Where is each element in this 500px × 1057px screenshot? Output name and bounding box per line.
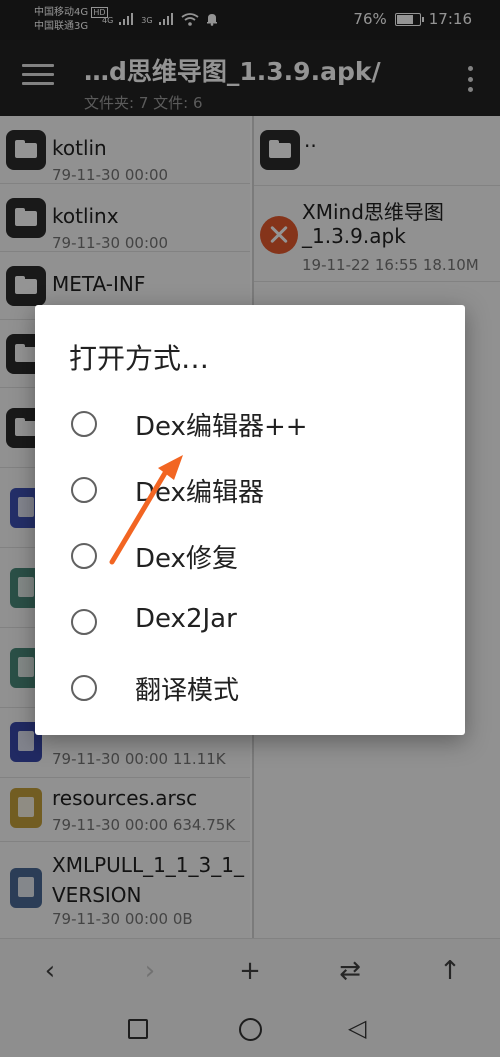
- option-label: Dex编辑器++: [135, 412, 308, 442]
- option-dex-repair[interactable]: Dex修复: [35, 523, 465, 589]
- option-label: 翻译模式: [135, 676, 240, 706]
- radio-button[interactable]: [71, 543, 97, 569]
- option-label: Dex修复: [135, 544, 238, 574]
- open-with-dialog: 打开方式… Dex编辑器++ Dex编辑器 Dex修复 Dex2Jar 翻译模式: [35, 305, 465, 735]
- radio-button[interactable]: [71, 477, 97, 503]
- radio-button[interactable]: [71, 675, 97, 701]
- option-label: Dex2Jar: [135, 604, 237, 634]
- dialog-title: 打开方式…: [69, 342, 210, 375]
- option-translate-mode[interactable]: 翻译模式: [35, 655, 465, 721]
- radio-button[interactable]: [71, 411, 97, 437]
- option-dex-editor[interactable]: Dex编辑器: [35, 457, 465, 523]
- radio-button[interactable]: [71, 609, 97, 635]
- option-dex-editor-plus[interactable]: Dex编辑器++: [35, 391, 465, 457]
- option-label: Dex编辑器: [135, 478, 264, 508]
- option-dex2jar[interactable]: Dex2Jar: [35, 589, 465, 655]
